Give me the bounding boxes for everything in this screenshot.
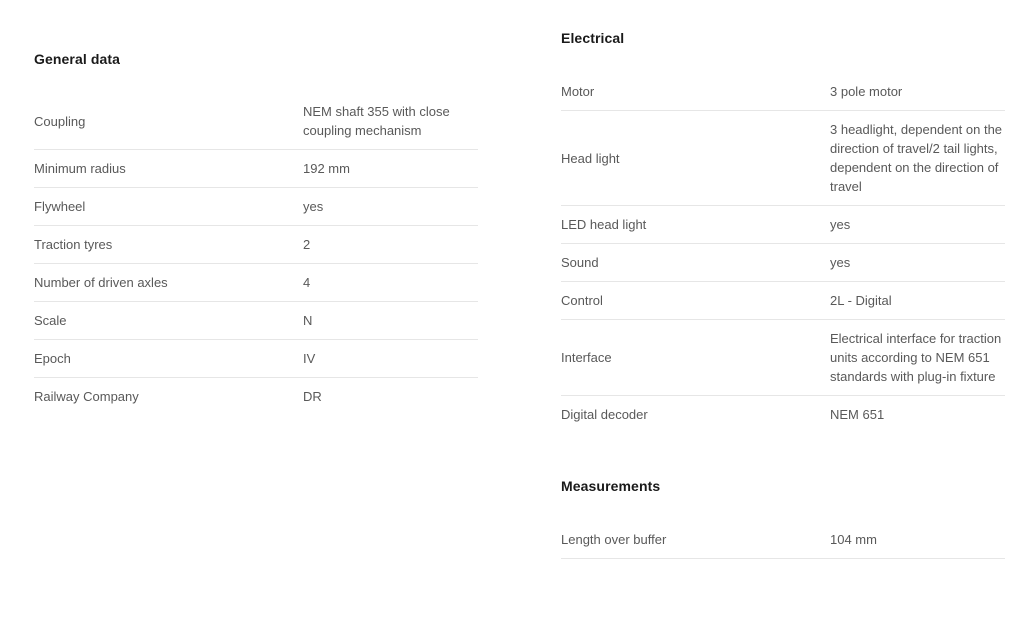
row-label: Railway Company <box>34 389 139 404</box>
spec-sheet-page: General data Coupling NEM shaft 355 with… <box>0 0 1024 617</box>
row-label: Flywheel <box>34 199 86 214</box>
row-label: Motor <box>561 84 595 99</box>
row-value: 192 mm <box>303 161 350 176</box>
row-value: Electrical interface for traction units … <box>830 331 1002 384</box>
table-row: Traction tyres 2 <box>34 225 478 264</box>
section-title-general-data: General data <box>34 51 121 67</box>
row-label: Minimum radius <box>34 161 126 176</box>
table-row: Head light 3 headlight, dependent on the… <box>561 110 1005 206</box>
row-value: yes <box>830 255 851 270</box>
table-row: Control 2L - Digital <box>561 281 1005 320</box>
section-title-electrical: Electrical <box>561 30 625 46</box>
electrical-table: Motor 3 pole motor Head light 3 headligh… <box>561 73 1005 433</box>
row-value: NEM 651 <box>830 407 885 422</box>
table-row: Digital decoder NEM 651 <box>561 395 1005 434</box>
row-label: Digital decoder <box>561 407 648 422</box>
table-row: Coupling NEM shaft 355 with close coupli… <box>34 93 478 150</box>
row-label: Coupling <box>34 113 86 129</box>
general-data-table-body: Coupling NEM shaft 355 with close coupli… <box>34 93 478 415</box>
row-label: Control <box>561 293 603 308</box>
table-row: Number of driven axles 4 <box>34 263 478 302</box>
table-row: Scale N <box>34 301 478 340</box>
table-row: Sound yes <box>561 243 1005 282</box>
table-row: Epoch IV <box>34 339 478 378</box>
table-row: Flywheel yes <box>34 187 478 226</box>
row-label: Scale <box>34 313 67 328</box>
row-label: Interface <box>561 350 612 365</box>
section-electrical: Electrical Motor 3 pole motor Head light… <box>561 29 1005 433</box>
section-title-measurements: Measurements <box>561 478 661 494</box>
table-row: Motor 3 pole motor <box>561 73 1005 111</box>
row-label: Sound <box>561 255 599 270</box>
table-row: Interface Electrical interface for tract… <box>561 319 1005 396</box>
row-label: Number of driven axles <box>34 275 168 290</box>
section-measurements: Measurements Length over buffer 104 mm <box>561 477 1005 559</box>
row-value: 4 <box>303 275 311 290</box>
row-value: IV <box>303 351 316 366</box>
row-value: 104 mm <box>830 532 877 547</box>
row-value: yes <box>830 217 851 232</box>
left-column: General data Coupling NEM shaft 355 with… <box>34 0 478 415</box>
table-row: LED head light yes <box>561 205 1005 244</box>
row-label: Length over buffer <box>561 532 667 547</box>
general-data-table: Coupling NEM shaft 355 with close coupli… <box>34 93 478 415</box>
measurements-table: Length over buffer 104 mm <box>561 521 1005 559</box>
row-value: 2L - Digital <box>830 293 892 308</box>
row-value: DR <box>303 389 322 404</box>
row-value: yes <box>303 199 324 214</box>
row-label: LED head light <box>561 217 647 232</box>
row-label: Epoch <box>34 351 71 366</box>
section-general-data: General data Coupling NEM shaft 355 with… <box>34 50 478 415</box>
row-value: 3 pole motor <box>830 84 903 99</box>
table-row: Railway Company DR <box>34 377 478 416</box>
row-value: NEM shaft 355 with close coupling mechan… <box>303 104 450 138</box>
row-label: Traction tyres <box>34 237 113 252</box>
row-value: 2 <box>303 237 311 252</box>
row-value: 3 headlight, dependent on the direction … <box>830 122 1003 194</box>
table-row: Length over buffer 104 mm <box>561 521 1005 559</box>
electrical-table-body: Motor 3 pole motor Head light 3 headligh… <box>561 73 1005 433</box>
table-row: Minimum radius 192 mm <box>34 149 478 188</box>
row-value: N <box>303 313 313 328</box>
right-column: Electrical Motor 3 pole motor Head light… <box>561 0 1005 559</box>
measurements-table-body: Length over buffer 104 mm <box>561 521 1005 559</box>
row-label: Head light <box>561 150 620 166</box>
